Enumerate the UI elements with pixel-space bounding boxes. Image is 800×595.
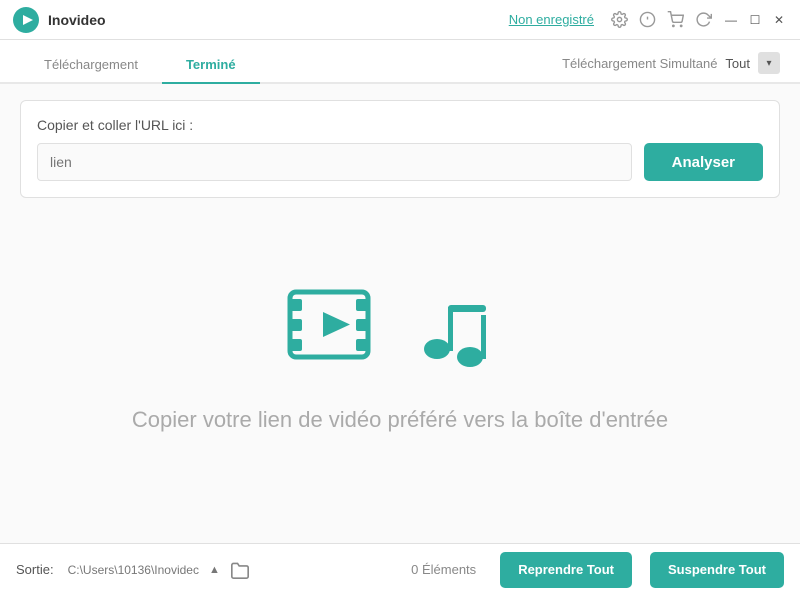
close-button[interactable]: ✕ bbox=[770, 11, 788, 29]
url-input[interactable] bbox=[37, 143, 632, 181]
minimize-button[interactable]: — bbox=[722, 11, 740, 29]
sortie-label: Sortie: bbox=[16, 562, 54, 577]
url-input-row: Analyser bbox=[37, 143, 763, 181]
tab-termine[interactable]: Terminé bbox=[162, 47, 260, 84]
suspend-all-button[interactable]: Suspendre Tout bbox=[650, 552, 784, 588]
cart-icon[interactable] bbox=[666, 11, 684, 29]
register-link[interactable]: Non enregistré bbox=[509, 12, 594, 27]
empty-state-message: Copier votre lien de vidéo préféré vers … bbox=[132, 407, 668, 433]
tout-dropdown-button[interactable]: ▾ bbox=[758, 52, 780, 74]
footer-path: C:\Users\10136\Inovidec bbox=[68, 563, 199, 577]
url-section: Copier et coller l'URL ici : Analyser bbox=[20, 100, 780, 198]
system-icons bbox=[610, 11, 712, 29]
info-icon[interactable] bbox=[638, 11, 656, 29]
footer-path-arrow: ▲ bbox=[209, 564, 220, 576]
tab-bar: Téléchargement Terminé Téléchargement Si… bbox=[0, 40, 800, 84]
empty-state-icons bbox=[285, 277, 515, 377]
window-controls: — ☐ ✕ bbox=[722, 11, 788, 29]
elements-count: 0 Éléments bbox=[411, 562, 476, 577]
main-content: Copier et coller l'URL ici : Analyser bbox=[0, 84, 800, 543]
folder-icon[interactable] bbox=[230, 560, 250, 580]
refresh-icon[interactable] bbox=[694, 11, 712, 29]
url-label: Copier et coller l'URL ici : bbox=[37, 117, 763, 133]
empty-state: Copier votre lien de vidéo préféré vers … bbox=[20, 198, 780, 531]
app-name: Inovideo bbox=[48, 12, 509, 28]
footer: Sortie: C:\Users\10136\Inovidec ▲ 0 Élém… bbox=[0, 543, 800, 595]
resume-all-button[interactable]: Reprendre Tout bbox=[500, 552, 632, 588]
title-bar: Inovideo Non enregistré — ☐ ✕ bbox=[0, 0, 800, 40]
app-logo bbox=[12, 6, 40, 34]
simultaneous-label: Téléchargement Simultané bbox=[562, 56, 717, 71]
settings-icon[interactable] bbox=[610, 11, 628, 29]
maximize-button[interactable]: ☐ bbox=[746, 11, 764, 29]
tab-right-area: Téléchargement Simultané Tout ▾ bbox=[562, 52, 780, 82]
tout-label: Tout bbox=[725, 56, 750, 71]
music-icon bbox=[415, 277, 515, 377]
analyze-button[interactable]: Analyser bbox=[644, 143, 763, 181]
tab-telechargement[interactable]: Téléchargement bbox=[20, 47, 162, 84]
video-icon bbox=[285, 277, 395, 377]
